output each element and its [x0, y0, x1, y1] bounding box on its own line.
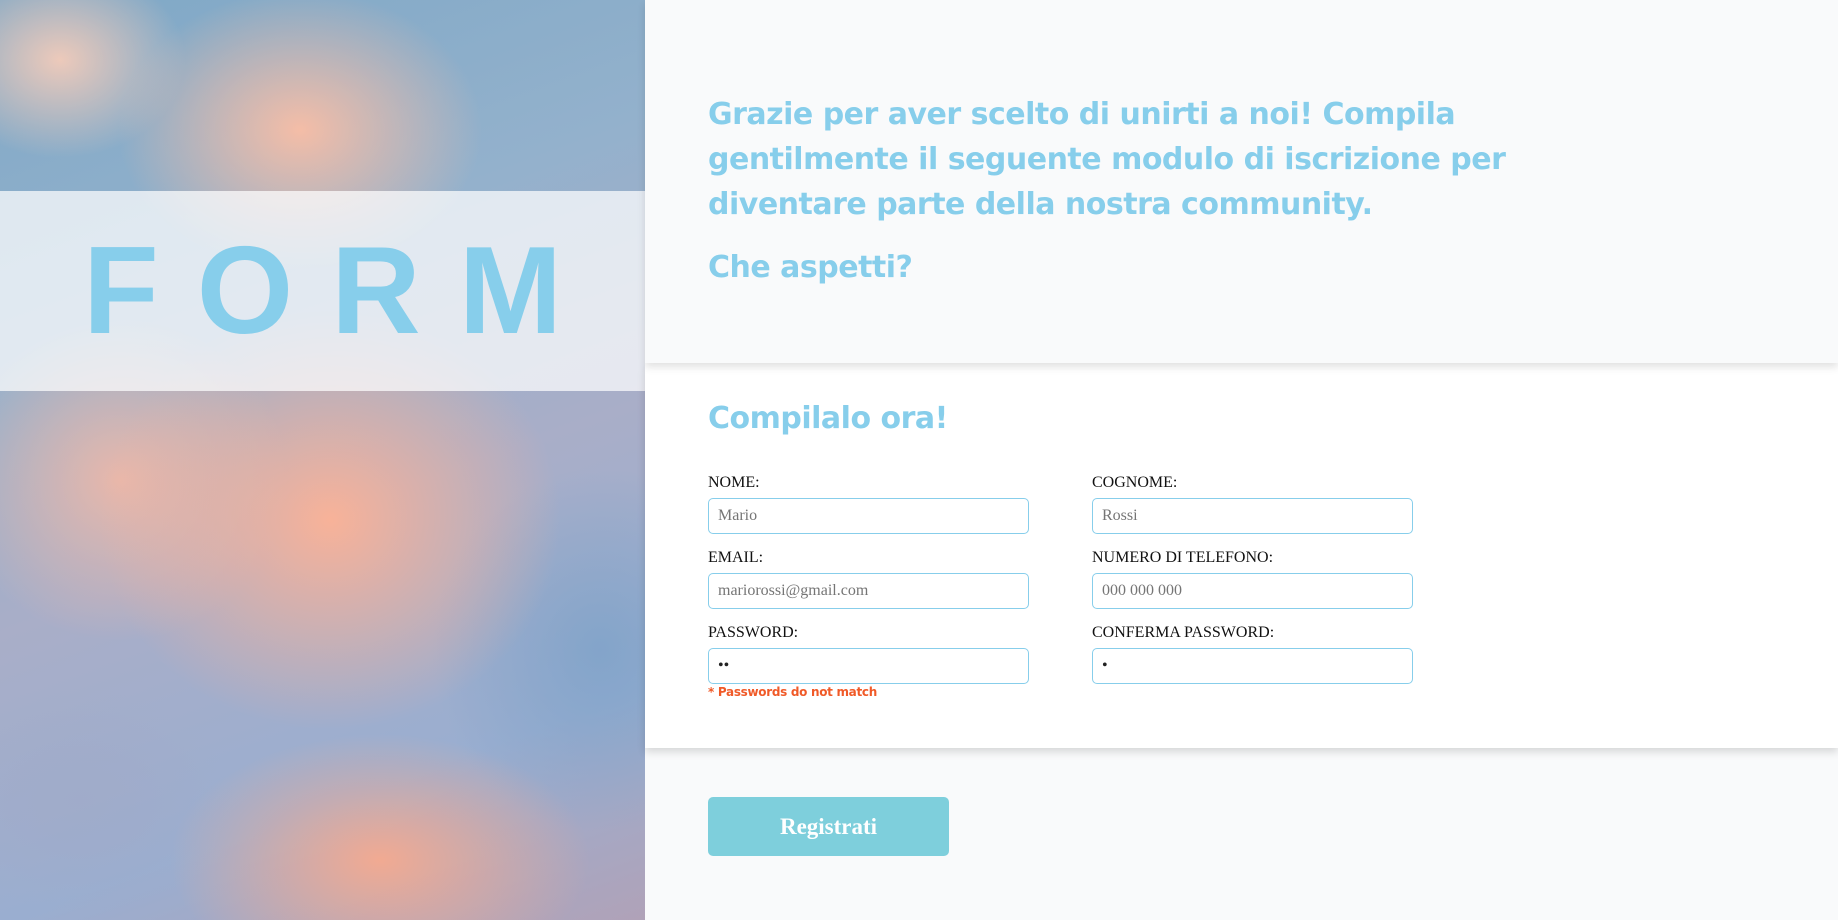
form-heading: Compilalo ora!: [708, 401, 948, 436]
nome-field-group: NOME:: [708, 472, 1029, 534]
cognome-label: COGNOME:: [1092, 474, 1178, 491]
email-field-group: EMAIL:: [708, 547, 1029, 609]
nome-label: NOME:: [708, 474, 760, 491]
intro-section: Grazie per aver scelto di unirti a noi! …: [645, 0, 1838, 363]
password-error-message: * Passwords do not match: [708, 685, 877, 699]
intro-question: Che aspetti?: [708, 250, 913, 285]
hero-title: FORM: [82, 222, 601, 360]
hero-title-band: FORM: [0, 191, 645, 391]
conferma-password-field-group: CONFERMA PASSWORD:: [1092, 622, 1413, 684]
nome-input[interactable]: [708, 498, 1029, 534]
telefono-input[interactable]: [1092, 573, 1413, 609]
password-field-group: PASSWORD:: [708, 622, 1029, 684]
conferma-password-input[interactable]: [1092, 648, 1413, 684]
register-button[interactable]: Registrati: [708, 797, 949, 856]
hero-background-image: FORM: [0, 0, 645, 920]
main-content: Grazie per aver scelto di unirti a noi! …: [645, 0, 1838, 920]
intro-text: Grazie per aver scelto di unirti a noi! …: [708, 97, 1506, 222]
signup-form: Compilalo ora! NOME: COGNOME: EMAIL: NUM…: [645, 363, 1838, 748]
cognome-field-group: COGNOME:: [1092, 472, 1413, 534]
password-label: PASSWORD:: [708, 624, 799, 641]
telefono-field-group: NUMERO DI TELEFONO:: [1092, 547, 1413, 609]
password-input[interactable]: [708, 648, 1029, 684]
email-input[interactable]: [708, 573, 1029, 609]
telefono-label: NUMERO DI TELEFONO:: [1092, 549, 1274, 566]
conferma-password-label: CONFERMA PASSWORD:: [1092, 624, 1275, 641]
cognome-input[interactable]: [1092, 498, 1413, 534]
email-label: EMAIL:: [708, 549, 764, 566]
